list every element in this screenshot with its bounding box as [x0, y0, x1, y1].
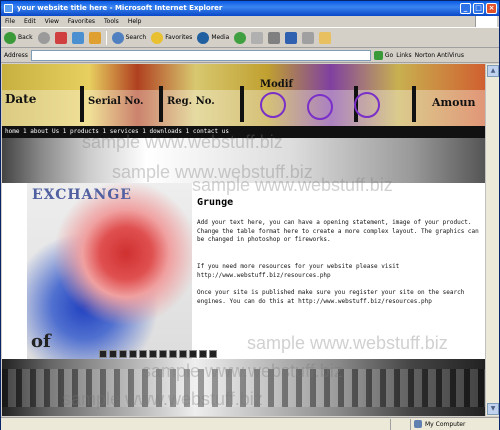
watermark: sample www.webstuff.biz: [82, 132, 283, 152]
minimize-button[interactable]: _: [460, 3, 471, 14]
favorites-button[interactable]: Favorites: [151, 31, 192, 44]
banner-divider: [80, 86, 84, 122]
menu-bar: File Edit View Favorites Tools Help: [1, 16, 499, 28]
decorative-icon: [129, 350, 137, 358]
search-icon: [111, 31, 124, 44]
ie-icon: [4, 4, 13, 13]
grunge-footer-image: sample www.webstuff.biz sample www.webst…: [2, 359, 485, 416]
scroll-down-arrow-icon[interactable]: ▼: [487, 403, 499, 415]
edit-button[interactable]: [285, 31, 298, 44]
banner-divider: [240, 86, 244, 122]
banner-ring-decoration: [260, 92, 286, 118]
address-input[interactable]: [30, 49, 371, 61]
print-button[interactable]: [268, 31, 281, 44]
banner-divider: [159, 86, 163, 122]
folder-button[interactable]: [319, 31, 332, 44]
decorative-icon: [199, 350, 207, 358]
zone-label: My Computer: [425, 420, 466, 428]
scroll-up-arrow-icon[interactable]: ▲: [487, 65, 499, 77]
search-engines-paragraph: Once your site is published make sure yo…: [197, 289, 465, 305]
search-button[interactable]: Search: [111, 31, 146, 44]
menu-view[interactable]: View: [45, 18, 59, 25]
banner-amount: Amoun: [432, 96, 476, 109]
main-section: EXCHANGE of sample www.webstuff.biz samp…: [2, 175, 485, 359]
status-pane: [391, 418, 411, 430]
home-button[interactable]: [88, 31, 101, 44]
decorative-icon: [109, 350, 117, 358]
resources-paragraph: If you need more resources for your webs…: [197, 263, 400, 279]
close-button[interactable]: ×: [486, 3, 497, 14]
forward-button[interactable]: [37, 31, 50, 44]
decorative-icon: [169, 350, 177, 358]
banner-date: Date: [5, 92, 37, 106]
page-content: Date Serial No. Reg. No. Modif Amoun hom…: [2, 64, 485, 416]
banner-reg: Reg. No.: [167, 96, 215, 107]
watermark: sample www.webstuff.biz: [247, 333, 448, 353]
watermark: sample www.webstuff.biz: [142, 361, 343, 381]
address-label: Address: [4, 51, 28, 59]
decorative-icon: [119, 350, 127, 358]
decorative-icon: [139, 350, 147, 358]
address-bar: Address Go Links Norton AntiVirus: [1, 48, 499, 63]
menu-help[interactable]: Help: [128, 18, 142, 25]
zone-pane: My Computer: [411, 419, 491, 430]
menu-tools[interactable]: Tools: [104, 18, 119, 25]
menu-edit[interactable]: Edit: [24, 18, 36, 25]
banner-serial: Serial No.: [88, 96, 144, 107]
artwork-icons: [99, 350, 217, 358]
vertical-scrollbar[interactable]: ▲ ▼: [485, 64, 499, 416]
windows-logo: [475, 16, 497, 27]
watermark: sample www.webstuff.biz: [192, 175, 393, 195]
browser-window: your website title here - Microsoft Inte…: [0, 0, 500, 430]
decorative-icon: [209, 350, 217, 358]
refresh-button[interactable]: [71, 31, 84, 44]
menu-favorites[interactable]: Favorites: [68, 18, 95, 25]
back-arrow-icon: [4, 31, 16, 44]
intro-paragraph: Add your text here, you can have a openi…: [197, 219, 479, 243]
banner-ring-decoration: [307, 94, 333, 120]
mail-button[interactable]: [251, 31, 264, 44]
computer-icon: [414, 420, 422, 428]
media-icon: [197, 31, 210, 44]
menu-file[interactable]: File: [5, 18, 15, 25]
toolbar-separator: [105, 30, 107, 45]
header-banner: Date Serial No. Reg. No. Modif Amoun: [2, 64, 485, 126]
decorative-icon: [99, 350, 107, 358]
grunge-artwork: EXCHANGE of: [27, 183, 217, 359]
banner-divider: [412, 86, 416, 122]
decorative-icon: [189, 350, 197, 358]
back-button[interactable]: Back: [4, 31, 33, 44]
banner-mod: Modif: [260, 79, 293, 90]
title-bar: your website title here - Microsoft Inte…: [1, 1, 499, 16]
status-bar: My Computer: [1, 417, 499, 430]
discuss-button[interactable]: [302, 31, 315, 44]
artwork-stamp: of: [31, 331, 51, 352]
toolbar: Back Search Favorites Media: [1, 28, 499, 48]
decorative-icon: [149, 350, 157, 358]
page-heading: Grunge: [197, 197, 234, 208]
media-button[interactable]: Media: [197, 31, 229, 44]
stop-button[interactable]: [54, 31, 67, 44]
decorative-icon: [159, 350, 167, 358]
links-button[interactable]: Links: [396, 52, 411, 59]
go-arrow-icon: [373, 50, 383, 60]
go-button[interactable]: Go: [373, 50, 393, 60]
maximize-button[interactable]: □: [473, 3, 484, 14]
window-title: your website title here - Microsoft Inte…: [17, 4, 223, 12]
status-text-pane: [1, 418, 391, 430]
norton-antivirus-button[interactable]: Norton AntiVirus: [415, 52, 464, 59]
artwork-title: EXCHANGE: [32, 187, 132, 203]
history-button[interactable]: [234, 31, 247, 44]
banner-ring-decoration: [354, 92, 380, 118]
star-icon: [151, 31, 164, 44]
decorative-icon: [179, 350, 187, 358]
watermark: sample www.webstuff.biz: [62, 389, 263, 409]
